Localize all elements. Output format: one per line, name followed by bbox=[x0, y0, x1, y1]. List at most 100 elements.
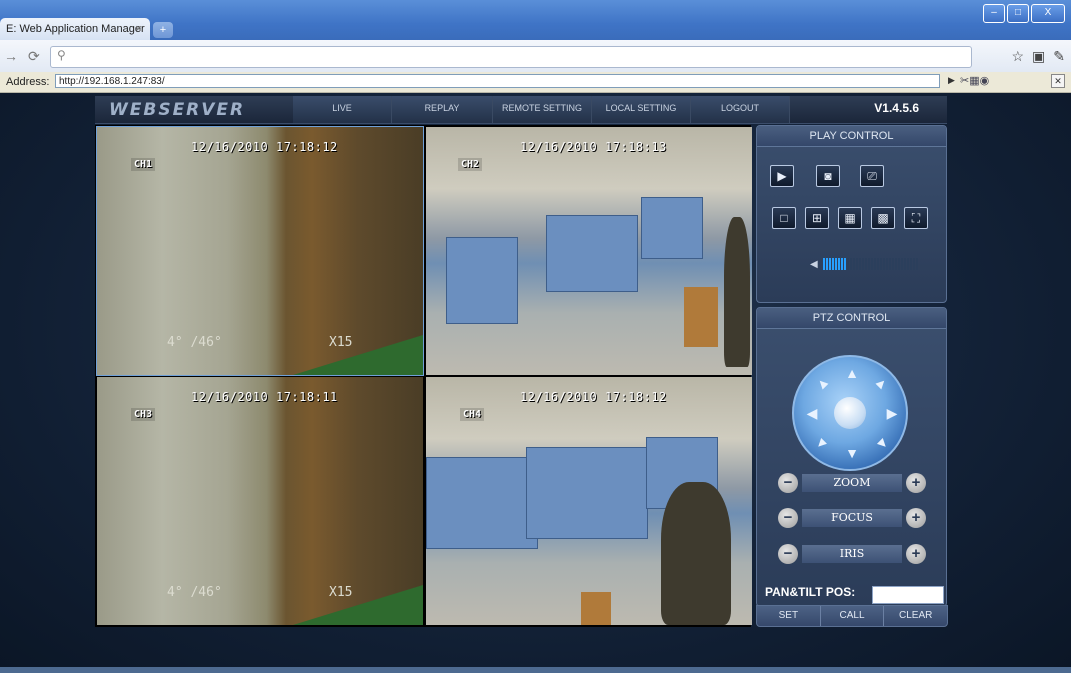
focus-minus-button[interactable]: − bbox=[778, 508, 798, 528]
ptz-up-right-arrow-icon[interactable]: ▲ bbox=[871, 372, 894, 395]
ptz-center-button[interactable] bbox=[834, 397, 866, 429]
ptz-right-arrow-icon[interactable]: ▶ bbox=[884, 405, 900, 421]
reload-icon[interactable]: ⟳ bbox=[28, 48, 40, 65]
address-label: Address: bbox=[6, 76, 50, 88]
wrench-icon[interactable]: ✎ bbox=[1053, 48, 1065, 65]
tab-close-icon[interactable]: × bbox=[136, 18, 142, 40]
volume-bar[interactable] bbox=[888, 258, 891, 270]
pan-tilt-input[interactable] bbox=[872, 586, 944, 604]
set-button[interactable]: SET bbox=[757, 606, 821, 626]
record-button[interactable]: ⎚ bbox=[860, 165, 884, 187]
volume-bar[interactable] bbox=[879, 258, 882, 270]
volume-bar[interactable] bbox=[843, 258, 846, 270]
chair bbox=[684, 287, 718, 347]
volume-bar[interactable] bbox=[837, 258, 840, 270]
play-control-title: PLAY CONTROL bbox=[757, 126, 946, 147]
nine-view-icon[interactable]: ▦ bbox=[838, 207, 862, 229]
volume-bar[interactable] bbox=[870, 258, 873, 270]
volume-bar[interactable] bbox=[885, 258, 888, 270]
tools-icon[interactable]: ✂▦◉ bbox=[960, 74, 989, 87]
volume-bar[interactable] bbox=[915, 258, 918, 270]
volume-bar[interactable] bbox=[831, 258, 834, 270]
volume-bar[interactable] bbox=[828, 258, 831, 270]
channel-label: CH2 bbox=[458, 158, 483, 171]
star-icon[interactable]: ☆ bbox=[1011, 48, 1024, 65]
volume-bar[interactable] bbox=[891, 258, 894, 270]
volume-bar[interactable] bbox=[894, 258, 897, 270]
menu-logout[interactable]: LOGOUT bbox=[691, 96, 790, 123]
new-tab-button[interactable]: + bbox=[153, 22, 173, 38]
ptz-up-arrow-icon[interactable]: ▲ bbox=[844, 365, 860, 381]
iris-minus-button[interactable]: − bbox=[778, 544, 798, 564]
volume-bar[interactable] bbox=[858, 258, 861, 270]
single-view-icon[interactable]: □ bbox=[772, 207, 796, 229]
volume-bar[interactable] bbox=[897, 258, 900, 270]
close-window-button[interactable]: X bbox=[1031, 4, 1065, 23]
app-navbar: WEBSERVER LIVE REPLAY REMOTE SETTING LOC… bbox=[95, 96, 947, 124]
quad-view-icon[interactable]: ⊞ bbox=[805, 207, 829, 229]
zoom-level: X15 bbox=[329, 335, 353, 350]
play-button[interactable]: ▶ bbox=[770, 165, 794, 187]
volume-bar[interactable] bbox=[849, 258, 852, 270]
call-button[interactable]: CALL bbox=[821, 606, 885, 626]
menu-local-setting[interactable]: LOCAL SETTING bbox=[592, 96, 691, 123]
chair bbox=[581, 592, 611, 625]
pan-tilt-label: PAN&TILT POS: bbox=[765, 585, 856, 599]
volume-bar[interactable] bbox=[906, 258, 909, 270]
volume-bar[interactable] bbox=[903, 258, 906, 270]
volume-bar[interactable] bbox=[822, 258, 825, 270]
maximize-button[interactable]: □ bbox=[1007, 4, 1029, 23]
forward-icon[interactable]: → bbox=[4, 48, 18, 65]
fullscreen-icon[interactable]: ⛶ bbox=[904, 207, 928, 229]
volume-bar[interactable] bbox=[900, 258, 903, 270]
volume-bar[interactable] bbox=[876, 258, 879, 270]
volume-bar[interactable] bbox=[873, 258, 876, 270]
zoom-out-button[interactable]: − bbox=[778, 473, 798, 493]
menu-replay[interactable]: REPLAY bbox=[392, 96, 493, 123]
go-arrow-icon[interactable]: ▶ bbox=[948, 75, 955, 86]
sixteen-view-icon[interactable]: ▩ bbox=[871, 207, 895, 229]
page-icon[interactable]: ▣ bbox=[1032, 48, 1045, 65]
close-bar-icon[interactable]: ✕ bbox=[1051, 74, 1065, 88]
zoom-in-button[interactable]: + bbox=[906, 473, 926, 493]
menu-live[interactable]: LIVE bbox=[293, 96, 392, 123]
menu-remote-setting[interactable]: REMOTE SETTING bbox=[493, 96, 592, 123]
volume-bar[interactable] bbox=[852, 258, 855, 270]
snapshot-button[interactable]: ◙ bbox=[816, 165, 840, 187]
camera-view-ch3[interactable]: 12/16/2010 17:18:11 CH3 4° /46° X15 bbox=[97, 377, 423, 625]
ptz-down-right-arrow-icon[interactable]: ▼ bbox=[871, 432, 894, 455]
ptz-left-arrow-icon[interactable]: ◀ bbox=[804, 405, 820, 421]
volume-bar[interactable] bbox=[825, 258, 828, 270]
timestamp: 12/16/2010 17:18:13 bbox=[520, 140, 667, 154]
clear-button[interactable]: CLEAR bbox=[884, 606, 947, 626]
ptz-up-left-arrow-icon[interactable]: ▲ bbox=[811, 372, 834, 395]
volume-bar[interactable] bbox=[882, 258, 885, 270]
ptz-down-left-arrow-icon[interactable]: ▼ bbox=[811, 432, 834, 455]
volume-bar[interactable] bbox=[855, 258, 858, 270]
toolbar-right-icons: ☆ ▣ ✎ bbox=[1011, 48, 1065, 65]
omnibox[interactable]: ⚲ bbox=[50, 46, 972, 68]
iris-plus-button[interactable]: + bbox=[906, 544, 926, 564]
address-input[interactable]: http://192.168.1.247:83/ bbox=[55, 74, 940, 88]
focus-plus-button[interactable]: + bbox=[906, 508, 926, 528]
volume-bar[interactable] bbox=[834, 258, 837, 270]
volume-bar[interactable] bbox=[909, 258, 912, 270]
volume-bar[interactable] bbox=[864, 258, 867, 270]
video-grid: 12/16/2010 17:18:12 CH1 4° /46° X15 12/1… bbox=[95, 125, 752, 627]
camera-view-ch4[interactable]: 12/16/2010 17:18:12 CH4 bbox=[426, 377, 752, 625]
volume-bar[interactable] bbox=[912, 258, 915, 270]
timestamp: 12/16/2010 17:18:12 bbox=[520, 390, 667, 404]
minimize-button[interactable]: – bbox=[983, 4, 1005, 23]
volume-bar[interactable] bbox=[840, 258, 843, 270]
grass-shape bbox=[293, 335, 423, 375]
ptz-joystick[interactable]: ▲ ▼ ◀ ▶ ▲ ▲ ▼ ▼ bbox=[792, 355, 908, 471]
volume-slider[interactable]: ◀ bbox=[810, 258, 918, 270]
nav-icons: → ⟳ bbox=[4, 48, 40, 65]
volume-bar[interactable] bbox=[867, 258, 870, 270]
volume-bar[interactable] bbox=[861, 258, 864, 270]
volume-bar[interactable] bbox=[846, 258, 849, 270]
camera-view-ch1[interactable]: 12/16/2010 17:18:12 CH1 4° /46° X15 bbox=[96, 126, 424, 376]
browser-tab[interactable]: E: Web Application Manager × bbox=[0, 18, 150, 40]
ptz-down-arrow-icon[interactable]: ▼ bbox=[844, 445, 860, 461]
camera-view-ch2[interactable]: 12/16/2010 17:18:13 CH2 bbox=[426, 127, 752, 375]
